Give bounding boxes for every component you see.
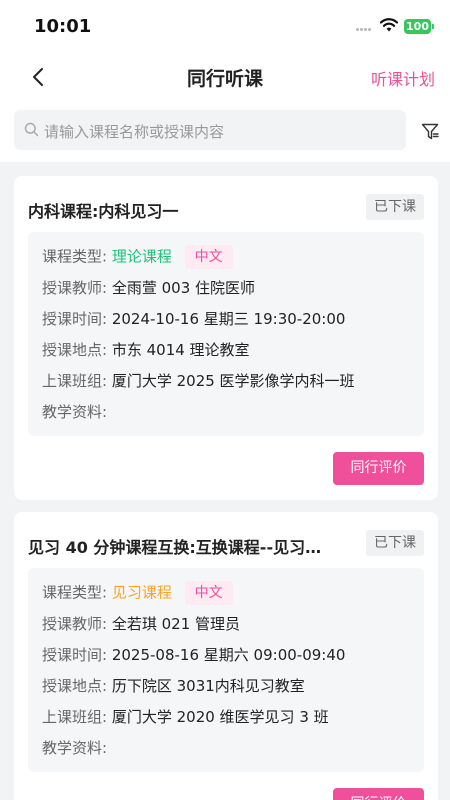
search-area: 请输入课程名称或授课内容 (0, 102, 450, 162)
teacher-row: 授课教师: 全雨萱 003 住院医师 (42, 277, 255, 299)
course-title: 见习 40 分钟课程互换:互换课程--见习… (28, 538, 322, 557)
time-row: 授课时间: 2024-10-16 星期三 19:30-20:00 (42, 308, 345, 330)
course-type-row: 课程类型: 见习课程 中文 (42, 581, 233, 605)
class-value: 厦门大学 2020 维医学见习 3 班 (111, 708, 329, 726)
class-row: 上课班组: 厦门大学 2025 医学影像学内科一班 (42, 370, 355, 392)
location-value: 市东 4014 理论教室 (111, 341, 250, 359)
course-type-label: 课程类型: (42, 583, 108, 602)
location-row: 授课地点: 市东 4014 理论教室 (42, 339, 250, 361)
course-type-label: 课程类型: (42, 247, 108, 266)
course-info: 课程类型: 理论课程 中文 授课教师: 全雨萱 003 住院医师 授课时间: 2… (28, 232, 424, 436)
class-label: 上课班组: (42, 708, 108, 726)
location-label: 授课地点: (42, 677, 108, 695)
time-label: 授课时间: (42, 646, 108, 664)
materials-label: 教学资料: (42, 403, 108, 421)
time-value: 2024-10-16 星期三 19:30-20:00 (111, 310, 346, 328)
lecture-plan-link[interactable]: 听课计划 (371, 66, 435, 90)
search-placeholder: 请输入课程名称或授课内容 (44, 123, 225, 141)
search-input[interactable]: 请输入课程名称或授课内容 (14, 110, 406, 150)
course-card[interactable]: 见习 40 分钟课程互换:互换课程--见习… 已下课 课程类型: 见习课程 中文… (14, 512, 438, 800)
search-icon (24, 122, 39, 137)
course-type-row: 课程类型: 理论课程 中文 (42, 245, 233, 269)
status-badge: 已下课 (366, 530, 424, 556)
time-label: 授课时间: (42, 310, 108, 328)
language-tag: 中文 (184, 245, 233, 269)
course-info: 课程类型: 见习课程 中文 授课教师: 全若琪 021 管理员 授课时间: 20… (28, 568, 424, 772)
teacher-label: 授课教师: (42, 279, 108, 297)
course-type-value: 见习课程 (111, 583, 172, 602)
nav-bar: 同行听课 听课计划 (0, 52, 450, 102)
course-card[interactable]: 内科课程:内科见习一 已下课 课程类型: 理论课程 中文 授课教师: 全雨萱 0… (14, 176, 438, 500)
wifi-icon (380, 18, 398, 32)
peer-evaluation-button[interactable]: 同行评价 (333, 788, 424, 800)
class-row: 上课班组: 厦门大学 2020 维医学见习 3 班 (42, 706, 329, 728)
course-type-value: 理论课程 (111, 247, 172, 266)
status-badge: 已下课 (366, 194, 424, 220)
location-label: 授课地点: (42, 341, 108, 359)
teacher-value: 全若琪 021 管理员 (111, 615, 241, 633)
status-bar: 10:01 100 (0, 0, 450, 52)
time-row: 授课时间: 2025-08-16 星期六 09:00-09:40 (42, 644, 345, 666)
class-label: 上课班组: (42, 372, 108, 390)
location-row: 授课地点: 历下院区 3031内科见习教室 (42, 675, 305, 697)
location-value: 历下院区 3031内科见习教室 (111, 677, 305, 695)
peer-evaluation-button[interactable]: 同行评价 (333, 452, 424, 485)
teacher-row: 授课教师: 全若琪 021 管理员 (42, 613, 240, 635)
materials-row: 教学资料: (42, 737, 107, 759)
course-title: 内科课程:内科见习一 (28, 202, 179, 221)
teacher-label: 授课教师: (42, 615, 108, 633)
status-time: 10:01 (34, 16, 92, 37)
time-value: 2025-08-16 星期六 09:00-09:40 (111, 646, 346, 664)
teacher-value: 全雨萱 003 住院医师 (111, 279, 256, 297)
language-tag: 中文 (184, 581, 233, 605)
cellular-signal-icon (356, 28, 376, 32)
battery-indicator: 100 (404, 19, 434, 34)
filter-icon[interactable] (421, 123, 439, 140)
materials-label: 教学资料: (42, 739, 108, 757)
class-value: 厦门大学 2025 医学影像学内科一班 (111, 372, 355, 390)
materials-row: 教学资料: (42, 401, 107, 423)
